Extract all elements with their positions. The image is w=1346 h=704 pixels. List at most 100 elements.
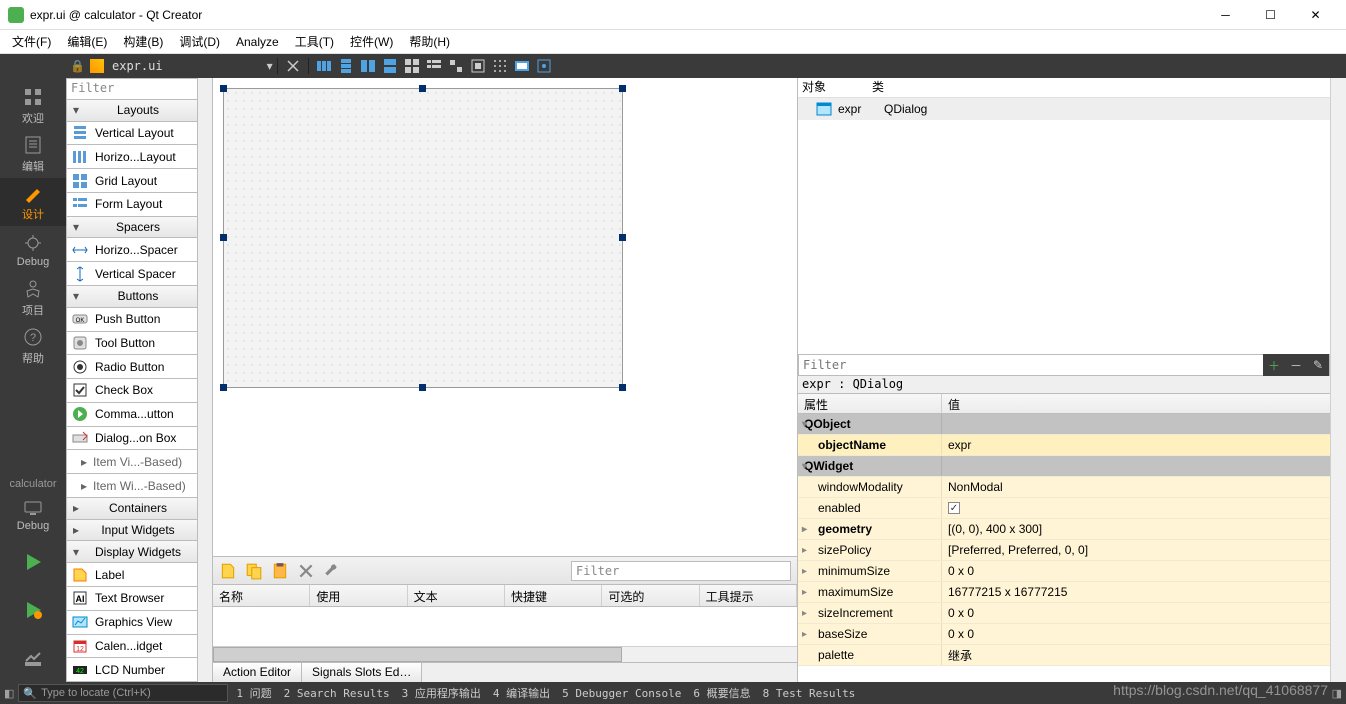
menu-edit[interactable]: 编辑(E): [59, 30, 115, 53]
property-row[interactable]: objectNameexpr: [798, 435, 1330, 456]
copy-action-icon[interactable]: [245, 562, 263, 580]
mode-debug[interactable]: Debug: [0, 226, 66, 274]
remove-property-icon[interactable]: －: [1285, 354, 1307, 376]
menu-analyze[interactable]: Analyze: [228, 32, 287, 52]
widgetbox-scrollbar[interactable]: [198, 78, 212, 682]
menu-help[interactable]: 帮助(H): [401, 30, 458, 53]
toggle-right-sidebar-icon[interactable]: ◨: [1332, 687, 1342, 700]
widget-radio-button[interactable]: Radio Button: [66, 355, 198, 379]
widget-calendar[interactable]: 12Calen...idget: [66, 635, 198, 659]
objtree-col-object[interactable]: 对象: [802, 78, 872, 97]
mode-projects[interactable]: 项目: [0, 274, 66, 322]
tab-signals-slots[interactable]: Signals Slots Ed…: [302, 663, 422, 682]
widget-horizontal-spacer[interactable]: Horizo...Spacer: [66, 238, 198, 262]
objtree-row[interactable]: expr QDialog: [798, 98, 1330, 120]
resize-handle[interactable]: [220, 85, 227, 92]
mode-welcome[interactable]: 欢迎: [0, 82, 66, 130]
mode-design[interactable]: 设计: [0, 178, 66, 226]
menu-build[interactable]: 构建(B): [115, 30, 171, 53]
form-canvas[interactable]: [223, 88, 623, 388]
resize-handle[interactable]: [419, 384, 426, 391]
grid-toggle-icon[interactable]: [491, 57, 509, 75]
objtree-col-class[interactable]: 类: [872, 78, 884, 97]
output-search[interactable]: 2 Search Results: [280, 687, 394, 700]
configure-property-icon[interactable]: ✎: [1307, 354, 1329, 376]
resize-handle[interactable]: [619, 384, 626, 391]
action-hscrollbar[interactable]: [213, 646, 797, 662]
resize-handle[interactable]: [220, 234, 227, 241]
output-compile[interactable]: 4 编译输出: [489, 685, 554, 701]
break-layout-icon[interactable]: [447, 57, 465, 75]
property-row[interactable]: ▸sizeIncrement0 x 0: [798, 603, 1330, 624]
property-row[interactable]: ▸baseSize0 x 0: [798, 624, 1330, 645]
property-filter[interactable]: [799, 356, 1263, 374]
property-row[interactable]: ▾QWidget: [798, 456, 1330, 477]
new-action-icon[interactable]: [219, 562, 237, 580]
close-file-icon[interactable]: [284, 57, 302, 75]
widget-push-button[interactable]: OKPush Button: [66, 308, 198, 332]
paste-action-icon[interactable]: [271, 562, 289, 580]
section-display-widgets[interactable]: ▾Display Widgets: [66, 541, 198, 563]
widget-vertical-spacer[interactable]: Vertical Spacer: [66, 262, 198, 286]
open-file-name[interactable]: expr.ui: [108, 59, 167, 73]
resize-handle[interactable]: [619, 85, 626, 92]
widget-graphics-view[interactable]: Graphics View: [66, 611, 198, 635]
section-layouts[interactable]: ▾Layouts: [66, 100, 198, 122]
layout-h-icon[interactable]: [315, 57, 333, 75]
mode-help[interactable]: ?帮助: [0, 322, 66, 370]
kit-selector[interactable]: Debug: [0, 490, 66, 538]
configure-icon[interactable]: [323, 562, 341, 580]
resize-handle[interactable]: [619, 234, 626, 241]
output-issues[interactable]: 1 问题: [232, 685, 275, 701]
layout-grid-icon[interactable]: [403, 57, 421, 75]
section-buttons[interactable]: ▾Buttons: [66, 286, 198, 308]
output-app[interactable]: 3 应用程序输出: [398, 685, 485, 701]
widgetbox-filter[interactable]: Filter: [66, 78, 198, 100]
property-row[interactable]: palette继承: [798, 645, 1330, 666]
tab-action-editor[interactable]: Action Editor: [213, 663, 302, 682]
edit-widgets-icon[interactable]: [535, 57, 553, 75]
property-row[interactable]: windowModalityNonModal: [798, 477, 1330, 498]
run-button[interactable]: [0, 538, 66, 586]
property-row[interactable]: ▸sizePolicy[Preferred, Preferred, 0, 0]: [798, 540, 1330, 561]
locator-input[interactable]: 🔍Type to locate (Ctrl+K): [18, 684, 228, 702]
maximize-button[interactable]: ☐: [1248, 1, 1293, 29]
prop-col-value[interactable]: 值: [942, 394, 1330, 413]
menu-file[interactable]: 文件(F): [4, 30, 59, 53]
resize-handle[interactable]: [220, 384, 227, 391]
right-scrollbar[interactable]: [1330, 78, 1346, 682]
widget-tool-button[interactable]: Tool Button: [66, 332, 198, 356]
action-list[interactable]: [213, 606, 797, 646]
property-row[interactable]: enabled✓: [798, 498, 1330, 519]
property-row[interactable]: ▸geometry[(0, 0), 400 x 300]: [798, 519, 1330, 540]
section-itemviews-item[interactable]: ▸Item Wi...-Based): [66, 474, 198, 498]
section-itemviews-model[interactable]: ▸Item Vi...-Based): [66, 450, 198, 474]
menu-debug[interactable]: 调试(D): [171, 30, 228, 53]
file-dropdown-icon[interactable]: ▾: [267, 59, 273, 73]
add-property-icon[interactable]: ＋: [1263, 354, 1285, 376]
layout-vsplit-icon[interactable]: [381, 57, 399, 75]
widget-check-box[interactable]: Check Box: [66, 379, 198, 403]
widget-dialog-button-box[interactable]: Dialog...on Box: [66, 427, 198, 451]
mode-edit[interactable]: 编辑: [0, 130, 66, 178]
close-button[interactable]: ✕: [1293, 1, 1338, 29]
section-containers[interactable]: ▸Containers: [66, 498, 198, 520]
section-spacers[interactable]: ▾Spacers: [66, 217, 198, 239]
output-general[interactable]: 6 概要信息: [689, 685, 754, 701]
widget-form-layout[interactable]: Form Layout: [66, 193, 198, 217]
property-row[interactable]: ▾QObject: [798, 414, 1330, 435]
resize-handle[interactable]: [419, 85, 426, 92]
kit-name[interactable]: calculator: [9, 478, 56, 490]
layout-form-icon[interactable]: [425, 57, 443, 75]
layout-hsplit-icon[interactable]: [359, 57, 377, 75]
widget-horizontal-layout[interactable]: Horizo...Layout: [66, 145, 198, 169]
menu-widgets[interactable]: 控件(W): [342, 30, 401, 53]
widget-text-browser[interactable]: AIText Browser: [66, 587, 198, 611]
widget-lcd-number[interactable]: 42LCD Number: [66, 658, 198, 682]
property-row[interactable]: ▸minimumSize0 x 0: [798, 561, 1330, 582]
toggle-sidebar-icon[interactable]: ◧: [4, 687, 14, 700]
layout-v-icon[interactable]: [337, 57, 355, 75]
property-editor[interactable]: ▾QObjectobjectNameexpr▾QWidgetwindowModa…: [798, 414, 1330, 682]
design-canvas-area[interactable]: [213, 78, 797, 556]
widget-vertical-layout[interactable]: Vertical Layout: [66, 122, 198, 146]
